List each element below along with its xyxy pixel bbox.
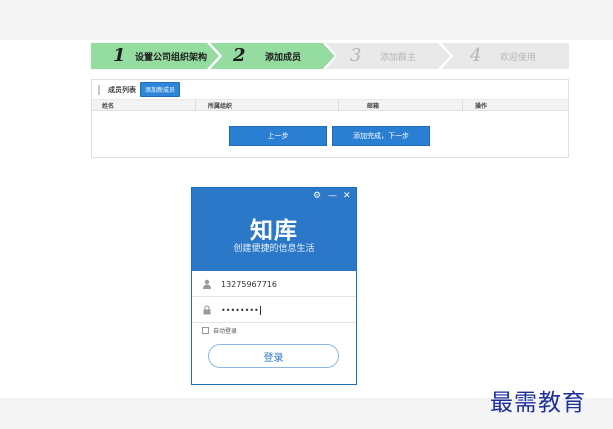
settings-icon[interactable]: ⚙ xyxy=(313,192,321,201)
step-number: 2 xyxy=(233,45,246,66)
step-label: 添加群主 xyxy=(380,53,417,63)
step-label: 添加成员 xyxy=(265,53,302,63)
column-divider xyxy=(195,100,196,111)
column-divider xyxy=(338,100,339,111)
user-icon xyxy=(203,279,211,289)
setup-wizard-steps: 1 设置公司组织架构 2 添加成员 3 添加群主 4 欢迎使用 xyxy=(91,43,569,69)
finish-next-button[interactable]: 添加完成，下一步 xyxy=(332,126,430,146)
wizard-step-1[interactable]: 1 设置公司组织架构 xyxy=(91,43,219,69)
column-header-action: 操作 xyxy=(475,103,488,110)
close-icon[interactable]: ✕ xyxy=(343,192,351,201)
wizard-step-2[interactable]: 2 添加成员 xyxy=(209,43,335,69)
minimize-icon[interactable]: — xyxy=(328,192,337,201)
prev-step-button[interactable]: 上一步 xyxy=(229,126,327,146)
watermark-text: 最需教育 xyxy=(490,390,586,416)
wizard-step-4[interactable]: 4 欢迎使用 xyxy=(440,43,569,69)
auto-login-label: 自动登录 xyxy=(213,328,238,335)
lock-icon xyxy=(203,305,211,315)
step-label: 欢迎使用 xyxy=(500,53,537,63)
login-window: ⚙ — ✕ 知库 创建便捷的信息生活 13275967716 •••••••• … xyxy=(191,187,357,385)
wizard-step-3[interactable]: 3 添加群主 xyxy=(324,43,450,69)
column-header-org: 所属组织 xyxy=(208,103,233,110)
panel-actions: 上一步 添加完成，下一步 xyxy=(92,126,568,146)
step-number: 4 xyxy=(470,45,482,66)
column-divider xyxy=(462,100,463,111)
panel-title: 成员列表 xyxy=(108,85,136,94)
drag-grip-icon xyxy=(98,84,100,95)
auto-login-option[interactable]: 自动登录 xyxy=(202,326,237,335)
step-label: 设置公司组织架构 xyxy=(135,53,208,63)
step-number: 1 xyxy=(113,45,126,66)
add-member-button[interactable]: 添加新成员 xyxy=(140,82,181,97)
username-value: 13275967716 xyxy=(221,279,277,289)
column-header-email: 邮箱 xyxy=(367,103,380,110)
step-number: 3 xyxy=(350,45,362,66)
member-list-panel: 成员列表 添加新成员 姓名 所属组织 邮箱 操作 上一步 添加完成，下一步 xyxy=(91,79,569,158)
password-field[interactable]: •••••••• xyxy=(192,298,356,323)
panel-header: 成员列表 添加新成员 xyxy=(92,80,568,100)
auto-login-checkbox[interactable] xyxy=(202,327,209,334)
app-logo-text: 知库 xyxy=(250,218,298,244)
username-field[interactable]: 13275967716 xyxy=(192,272,356,297)
member-table-header: 姓名 所属组织 邮箱 操作 xyxy=(92,100,568,111)
app-slogan: 创建便捷的信息生活 xyxy=(233,244,315,254)
password-value: •••••••• xyxy=(221,305,261,315)
column-header-name: 姓名 xyxy=(102,103,115,110)
top-background-band xyxy=(0,0,613,40)
login-button[interactable]: 登录 xyxy=(208,344,339,368)
login-header: ⚙ — ✕ 知库 创建便捷的信息生活 xyxy=(192,188,356,271)
